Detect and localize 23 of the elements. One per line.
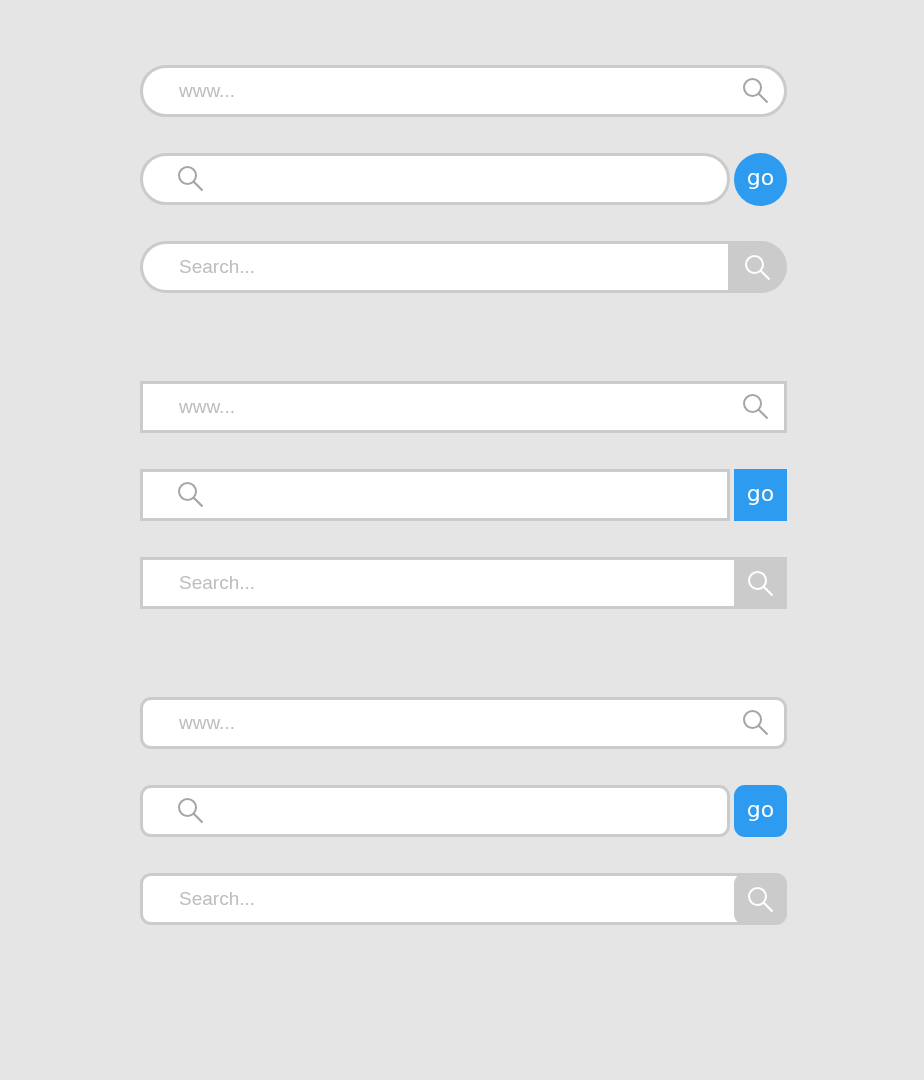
search-button[interactable] <box>734 557 787 609</box>
search-field[interactable]: Search... <box>140 557 734 609</box>
search-field[interactable]: Search... <box>140 241 728 293</box>
search-button[interactable] <box>734 873 787 925</box>
search-icon <box>744 253 771 281</box>
search-icon <box>742 709 769 736</box>
search-icon <box>747 569 774 597</box>
search-icon <box>747 885 774 913</box>
go-button[interactable]: go <box>734 152 787 206</box>
search-icon <box>742 77 769 104</box>
search-field[interactable] <box>140 469 730 521</box>
search-field[interactable] <box>140 785 730 837</box>
url-field[interactable]: www... <box>140 381 787 433</box>
search-icon <box>742 393 769 420</box>
search-field[interactable] <box>140 153 730 205</box>
url-field[interactable]: www... <box>140 697 787 749</box>
search-button[interactable] <box>728 241 787 293</box>
url-field[interactable]: www... <box>140 65 787 117</box>
search-icon <box>177 481 204 508</box>
search-icon <box>177 797 204 824</box>
go-button[interactable]: go <box>734 469 787 521</box>
search-icon <box>177 165 204 192</box>
go-button[interactable]: go <box>734 785 787 837</box>
